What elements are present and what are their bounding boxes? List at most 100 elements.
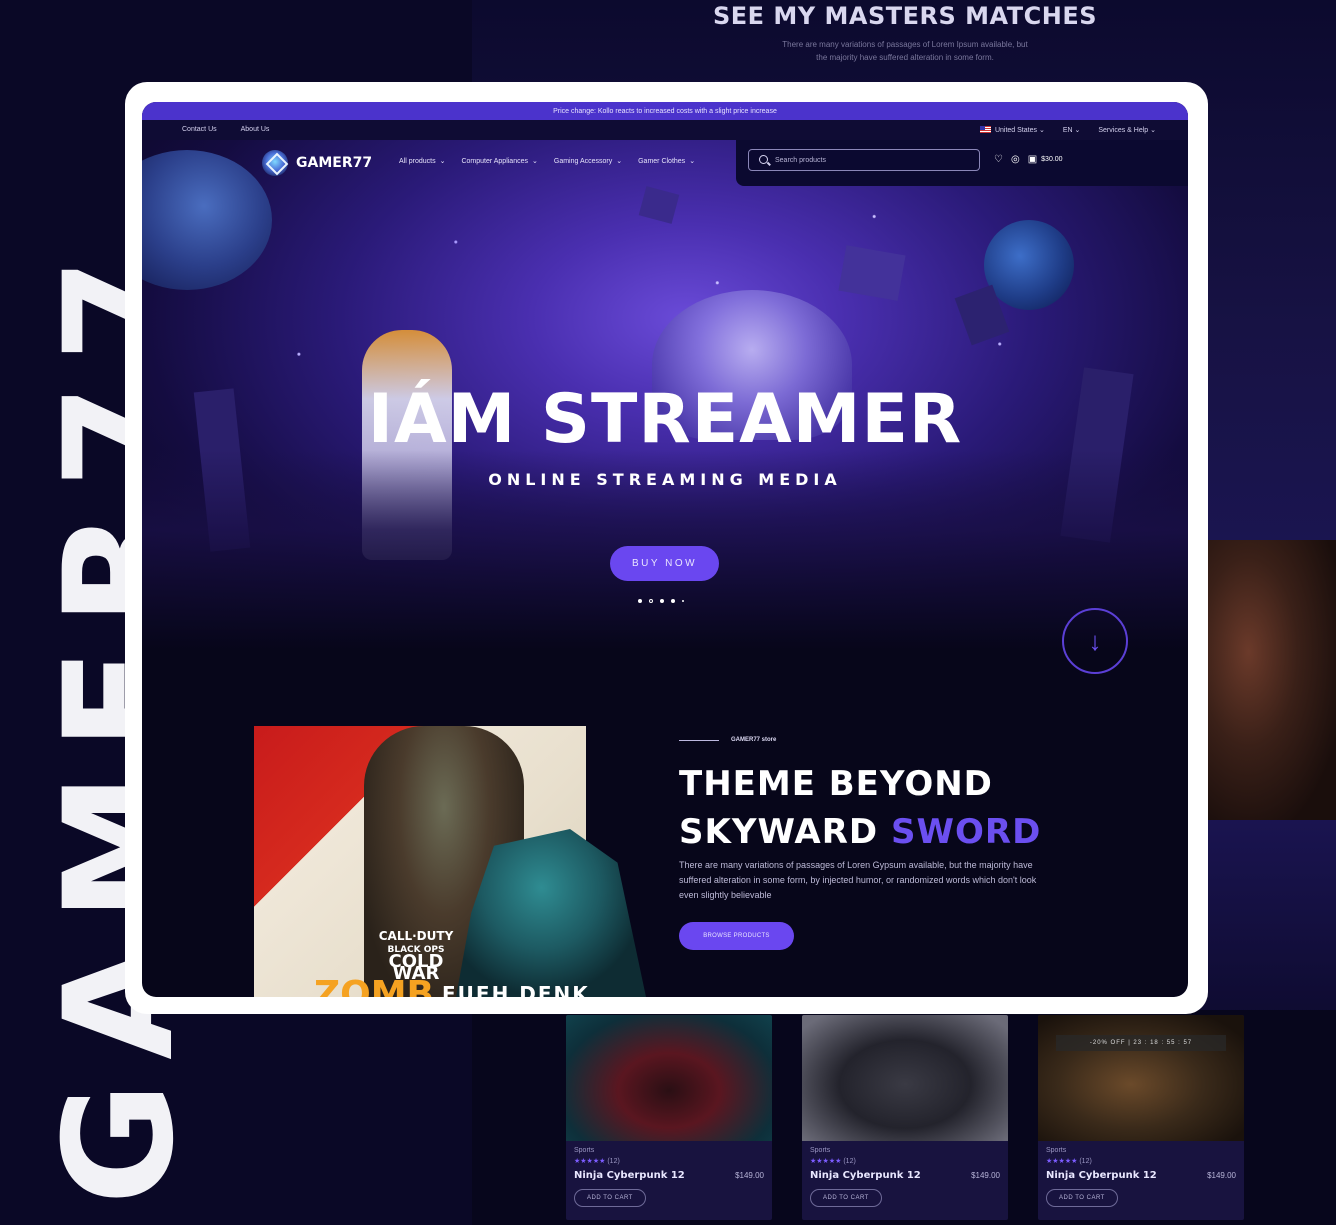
language-selector[interactable]: EN ⌄ [1063, 126, 1081, 134]
site-logo[interactable]: GAMER77 [262, 150, 372, 176]
product-category: Sports [574, 1147, 595, 1154]
product-image [566, 1015, 772, 1141]
product-image [802, 1015, 1008, 1141]
main-navigation: GAMER77 All products ⌄ Computer Appliance… [142, 140, 1188, 186]
nav-item-label: Gamer Clothes [638, 158, 686, 165]
review-count: (12) [1079, 1158, 1092, 1165]
slider-dot-active[interactable] [660, 599, 664, 603]
chevron-down-icon: ⌄ [1038, 127, 1045, 134]
slider-dot[interactable] [649, 599, 653, 603]
promo-heading-line1: THEME BEYOND [679, 764, 993, 804]
promo-heading: THEME BEYOND SKYWARD SWORD [679, 760, 1041, 856]
product-category: Sports [1046, 1147, 1067, 1154]
mascot-text: FUEH DENK [442, 982, 590, 997]
planet-right-image [984, 220, 1074, 310]
search-icon [759, 155, 768, 164]
product-category: Sports [810, 1147, 831, 1154]
us-flag-icon [979, 126, 991, 133]
background-section-heading: SEE MY MASTERS MATCHES There are many va… [640, 2, 1170, 64]
promo-heading-line2: SKYWARD SWORD [679, 808, 1041, 856]
logo-icon [262, 150, 288, 176]
review-count: (12) [607, 1158, 620, 1165]
product-card[interactable]: -20% OFF | 23 : 18 : 55 : 57 Sports ★★★★… [1038, 1015, 1244, 1220]
chevron-down-icon: ⌄ [439, 158, 446, 165]
game-logo-zombies: ZOMB [314, 974, 434, 997]
chevron-down-icon: ⌄ [532, 158, 538, 165]
add-to-cart-button[interactable]: ADD TO CART [810, 1189, 882, 1207]
product-rating: ★★★★★ (12) [574, 1157, 764, 1165]
review-count: (12) [843, 1158, 856, 1165]
nav-actions-panel: Search products ♡ ◎ ▣ $30.00 [736, 140, 1188, 186]
background-section-line2: the majority have suffered alteration in… [816, 53, 994, 62]
slider-dots[interactable] [638, 599, 684, 603]
product-name[interactable]: Ninja Cyberpunk 12 [574, 1170, 685, 1181]
promo-heading-word: SKYWARD [679, 812, 879, 852]
background-panel-right [1190, 820, 1336, 1020]
nav-item-label: All products [399, 158, 436, 165]
promo-paragraph: There are many variations of passages of… [679, 860, 1037, 900]
top-utility-bar: Contact Us About Us United States ⌄ EN ⌄… [142, 120, 1188, 140]
search-placeholder: Search products [775, 156, 826, 164]
country-selector[interactable]: United States ⌄ [979, 126, 1045, 134]
product-card[interactable]: Sports ★★★★★ (12) Ninja Cyberpunk 12 $14… [566, 1015, 772, 1220]
hero-subtitle: ONLINE STREAMING MEDIA [488, 470, 842, 489]
cart-icon[interactable]: ▣ [1028, 154, 1037, 165]
product-price: $149.00 [971, 1171, 1000, 1180]
nav-item-gamer-clothes[interactable]: Gamer Clothes ⌄ [638, 157, 695, 165]
product-name[interactable]: Ninja Cyberpunk 12 [810, 1170, 921, 1181]
discount-timer: -20% OFF | 23 : 18 : 55 : 57 [1056, 1035, 1226, 1051]
heart-icon[interactable]: ♡ [994, 154, 1003, 165]
product-name[interactable]: Ninja Cyberpunk 12 [1046, 1170, 1157, 1181]
browse-products-button[interactable]: BROWSE PRODUCTS [679, 922, 794, 950]
nav-item-all-products[interactable]: All products ⌄ [399, 157, 445, 165]
nav-icons: ♡ ◎ ▣ $30.00 [994, 154, 1063, 165]
arrow-down-icon: ↓ [1088, 625, 1102, 656]
product-price: $149.00 [735, 1171, 764, 1180]
slider-dot[interactable] [638, 599, 642, 603]
star-icons: ★★★★★ [810, 1158, 842, 1165]
services-label: Services & Help [1098, 127, 1149, 134]
store-tag: GAMER77 store [679, 737, 776, 743]
chevron-down-icon: ⌄ [1150, 127, 1156, 134]
add-to-cart-button[interactable]: ADD TO CART [1046, 1189, 1118, 1207]
hero-title: IÁM STREAMER [367, 380, 963, 459]
slider-dot[interactable] [671, 599, 675, 603]
announcement-bar: Price change: Kollo reacts to increased … [142, 102, 1188, 120]
language-label: EN [1062, 127, 1073, 134]
user-icon[interactable]: ◎ [1011, 154, 1020, 165]
slider-dot[interactable] [682, 600, 684, 602]
game-logo-text: CALL·DUTY BLACK OPS COLD WAR [366, 929, 466, 983]
background-car-image [1190, 540, 1336, 820]
nav-item-label: Computer Appliances [461, 158, 528, 165]
buy-now-button[interactable]: BUY NOW [610, 546, 719, 581]
promo-heading-accent: SWORD [891, 812, 1042, 852]
product-rating: ★★★★★ (12) [1046, 1157, 1236, 1165]
game-logo-line1: CALL·DUTY [378, 929, 454, 943]
product-price: $149.00 [1207, 1171, 1236, 1180]
product-image: -20% OFF | 23 : 18 : 55 : 57 [1038, 1015, 1244, 1141]
website-preview: IÁM STREAMER ONLINE STREAMING MEDIA BUY … [142, 102, 1188, 997]
divider-line [679, 739, 719, 741]
about-us-link[interactable]: About Us [241, 126, 270, 133]
add-to-cart-button[interactable]: ADD TO CART [574, 1189, 646, 1207]
star-icons: ★★★★★ [574, 1158, 606, 1165]
store-tag-text: GAMER77 store [731, 737, 777, 743]
chevron-down-icon: ⌄ [689, 158, 696, 165]
logo-text: GAMER77 [296, 155, 373, 171]
nav-item-computer-appliances[interactable]: Computer Appliances ⌄ [461, 157, 537, 165]
search-input[interactable]: Search products [748, 149, 980, 171]
contact-us-link[interactable]: Contact Us [182, 126, 217, 133]
nav-item-gaming-accessory[interactable]: Gaming Accessory ⌄ [554, 157, 622, 165]
nav-item-label: Gaming Accessory [553, 158, 613, 165]
star-icons: ★★★★★ [1046, 1158, 1078, 1165]
chevron-down-icon: ⌄ [1074, 127, 1081, 134]
cart-total[interactable]: $30.00 [1041, 156, 1062, 163]
hero-banner: IÁM STREAMER ONLINE STREAMING MEDIA BUY … [142, 140, 1188, 650]
product-card[interactable]: Sports ★★★★★ (12) Ninja Cyberpunk 12 $14… [802, 1015, 1008, 1220]
background-section-title: SEE MY MASTERS MATCHES [712, 2, 1098, 30]
scroll-down-button[interactable]: ↓ [1062, 608, 1128, 674]
nav-menu: All products ⌄ Computer Appliances ⌄ Gamin… [399, 157, 695, 165]
services-help-menu[interactable]: Services & Help ⌄ [1098, 126, 1156, 134]
background-section-line1: There are many variations of passages of… [782, 40, 1028, 49]
product-rating: ★★★★★ (12) [810, 1157, 1000, 1165]
